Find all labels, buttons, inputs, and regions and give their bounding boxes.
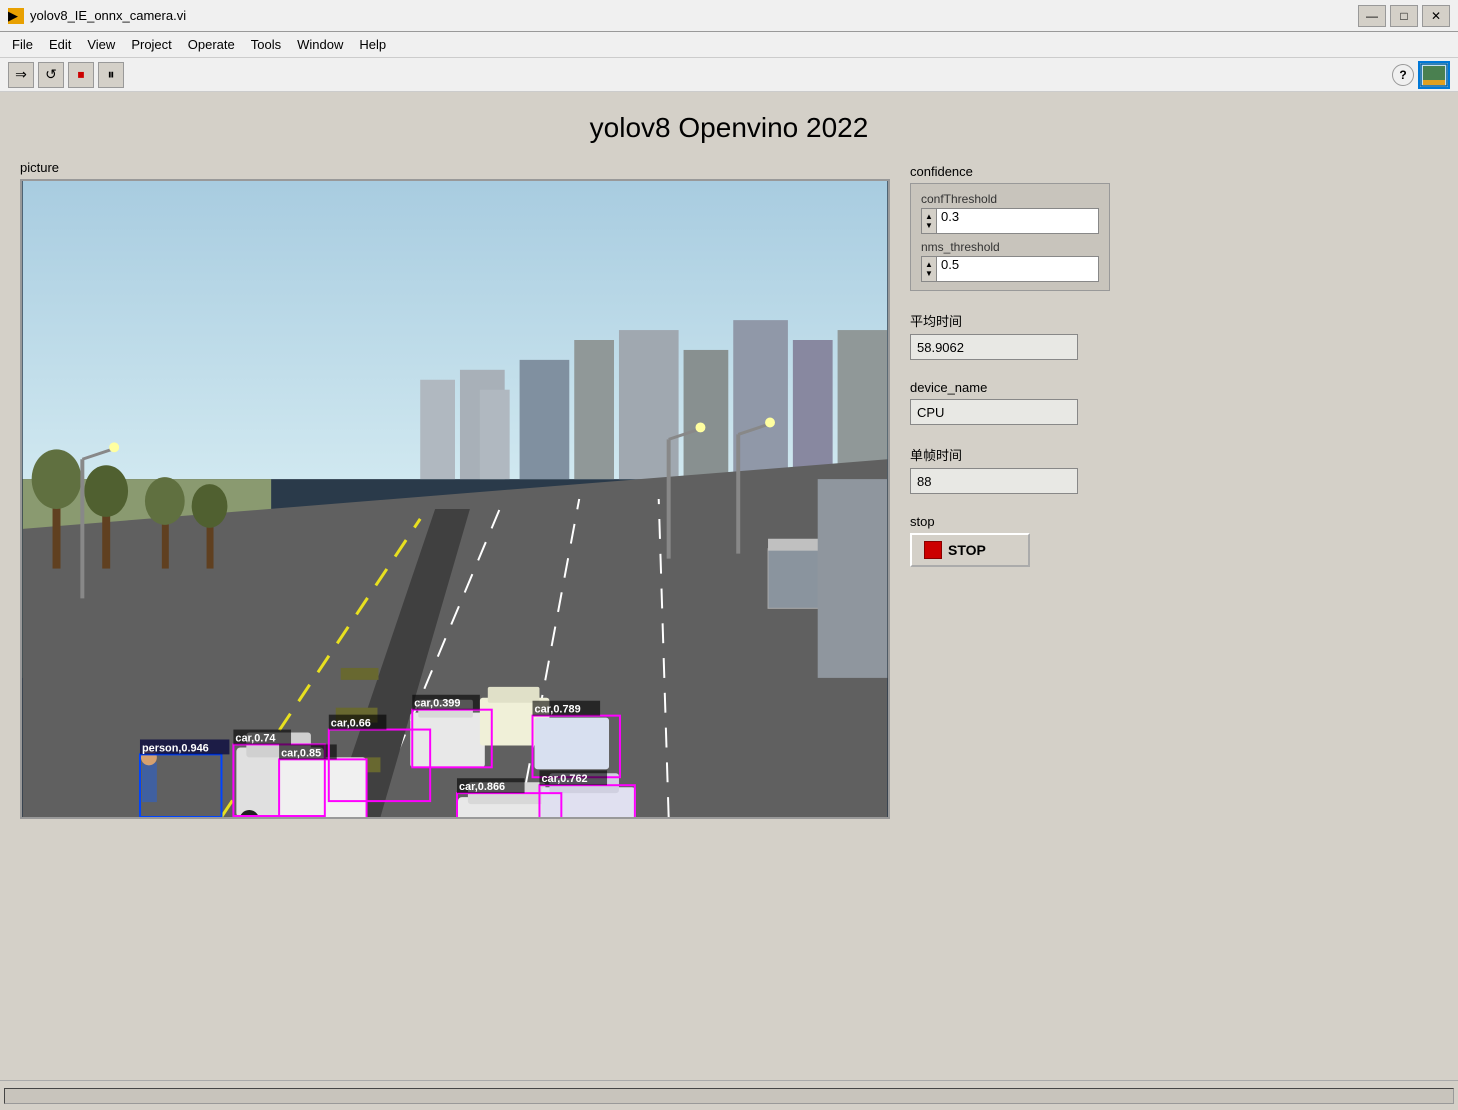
- confidence-group: confThreshold ▲ ▼ 0.3 nms_threshold ▲ ▼: [910, 183, 1110, 291]
- toolbar: ⇒ ↺ ⏹ ⏸ ?: [0, 58, 1458, 92]
- svg-text:person,0.946: person,0.946: [142, 742, 209, 754]
- picture-label: picture: [20, 160, 890, 175]
- frame-time-value: 88: [910, 468, 1078, 494]
- svg-text:car,0.85: car,0.85: [281, 747, 321, 759]
- frame-time-label: 单帧时间: [910, 445, 1130, 464]
- menu-bar: File Edit View Project Operate Tools Win…: [0, 32, 1458, 58]
- device-value: CPU: [910, 399, 1078, 425]
- close-button[interactable]: ✕: [1422, 5, 1450, 27]
- minimize-button[interactable]: —: [1358, 5, 1386, 27]
- toolbar-icon-box: [1418, 61, 1450, 89]
- stop-indicator: [924, 541, 942, 559]
- nms-threshold-input[interactable]: 0.5: [937, 256, 1099, 282]
- stop-button[interactable]: STOP: [910, 533, 1030, 567]
- svg-text:car,0.866: car,0.866: [459, 781, 505, 793]
- svg-text:car,0.66: car,0.66: [331, 718, 371, 730]
- pause-button[interactable]: ⏸: [98, 62, 124, 88]
- main-content: yolov8 Openvino 2022 picture: [0, 92, 1458, 1080]
- nms-threshold-input-group: ▲ ▼ 0.5: [921, 256, 1099, 282]
- conf-threshold-input-group: ▲ ▼ 0.3: [921, 208, 1099, 234]
- conf-spinner[interactable]: ▲ ▼: [921, 208, 937, 234]
- nms-spinner[interactable]: ▲ ▼: [921, 256, 937, 282]
- menu-project[interactable]: Project: [123, 35, 179, 54]
- svg-text:car,0.762: car,0.762: [541, 773, 587, 785]
- title-bar: ▶ yolov8_IE_onnx_camera.vi — □ ✕: [0, 0, 1458, 32]
- page-title: yolov8 Openvino 2022: [20, 112, 1438, 144]
- confidence-label: confidence: [910, 164, 1130, 179]
- run-arrow-button[interactable]: ⇒: [8, 62, 34, 88]
- stop-section: stop STOP: [910, 514, 1130, 567]
- svg-text:car,0.74: car,0.74: [235, 732, 276, 744]
- app-icon: ▶: [8, 8, 24, 24]
- menu-window[interactable]: Window: [289, 35, 351, 54]
- conf-threshold-input[interactable]: 0.3: [937, 208, 1099, 234]
- device-label: device_name: [910, 380, 1130, 395]
- menu-tools[interactable]: Tools: [243, 35, 289, 54]
- menu-view[interactable]: View: [79, 35, 123, 54]
- menu-help[interactable]: Help: [351, 35, 394, 54]
- help-button[interactable]: ?: [1392, 64, 1414, 86]
- svg-text:car,0.789: car,0.789: [535, 704, 581, 716]
- menu-edit[interactable]: Edit: [41, 35, 79, 54]
- maximize-button[interactable]: □: [1390, 5, 1418, 27]
- menu-operate[interactable]: Operate: [180, 35, 243, 54]
- window-title: yolov8_IE_onnx_camera.vi: [30, 8, 186, 23]
- nms-threshold-label: nms_threshold: [921, 240, 1099, 254]
- device-section: device_name CPU: [910, 380, 1130, 425]
- frame-time-section: 单帧时间 88: [910, 445, 1130, 494]
- stop-button-label: STOP: [948, 542, 986, 558]
- svg-text:car,0.399: car,0.399: [414, 698, 460, 710]
- right-panel: confidence confThreshold ▲ ▼ 0.3 nms_thr…: [910, 160, 1130, 1070]
- scrollbar-track[interactable]: [4, 1088, 1454, 1104]
- picture-panel: picture: [20, 160, 890, 1070]
- avg-time-label: 平均时间: [910, 311, 1130, 330]
- bottom-bar: [0, 1080, 1458, 1110]
- stop-toolbar-button[interactable]: ⏹: [68, 62, 94, 88]
- avg-time-section: 平均时间 58.9062: [910, 311, 1130, 360]
- picture-frame: car,0.864 person,0.946 car,0.74 car,0.: [20, 179, 890, 819]
- confidence-section: confidence confThreshold ▲ ▼ 0.3 nms_thr…: [910, 164, 1130, 291]
- stop-label: stop: [910, 514, 1130, 529]
- run-loop-button[interactable]: ↺: [38, 62, 64, 88]
- avg-time-value: 58.9062: [910, 334, 1078, 360]
- conf-threshold-label: confThreshold: [921, 192, 1099, 206]
- menu-file[interactable]: File: [4, 35, 41, 54]
